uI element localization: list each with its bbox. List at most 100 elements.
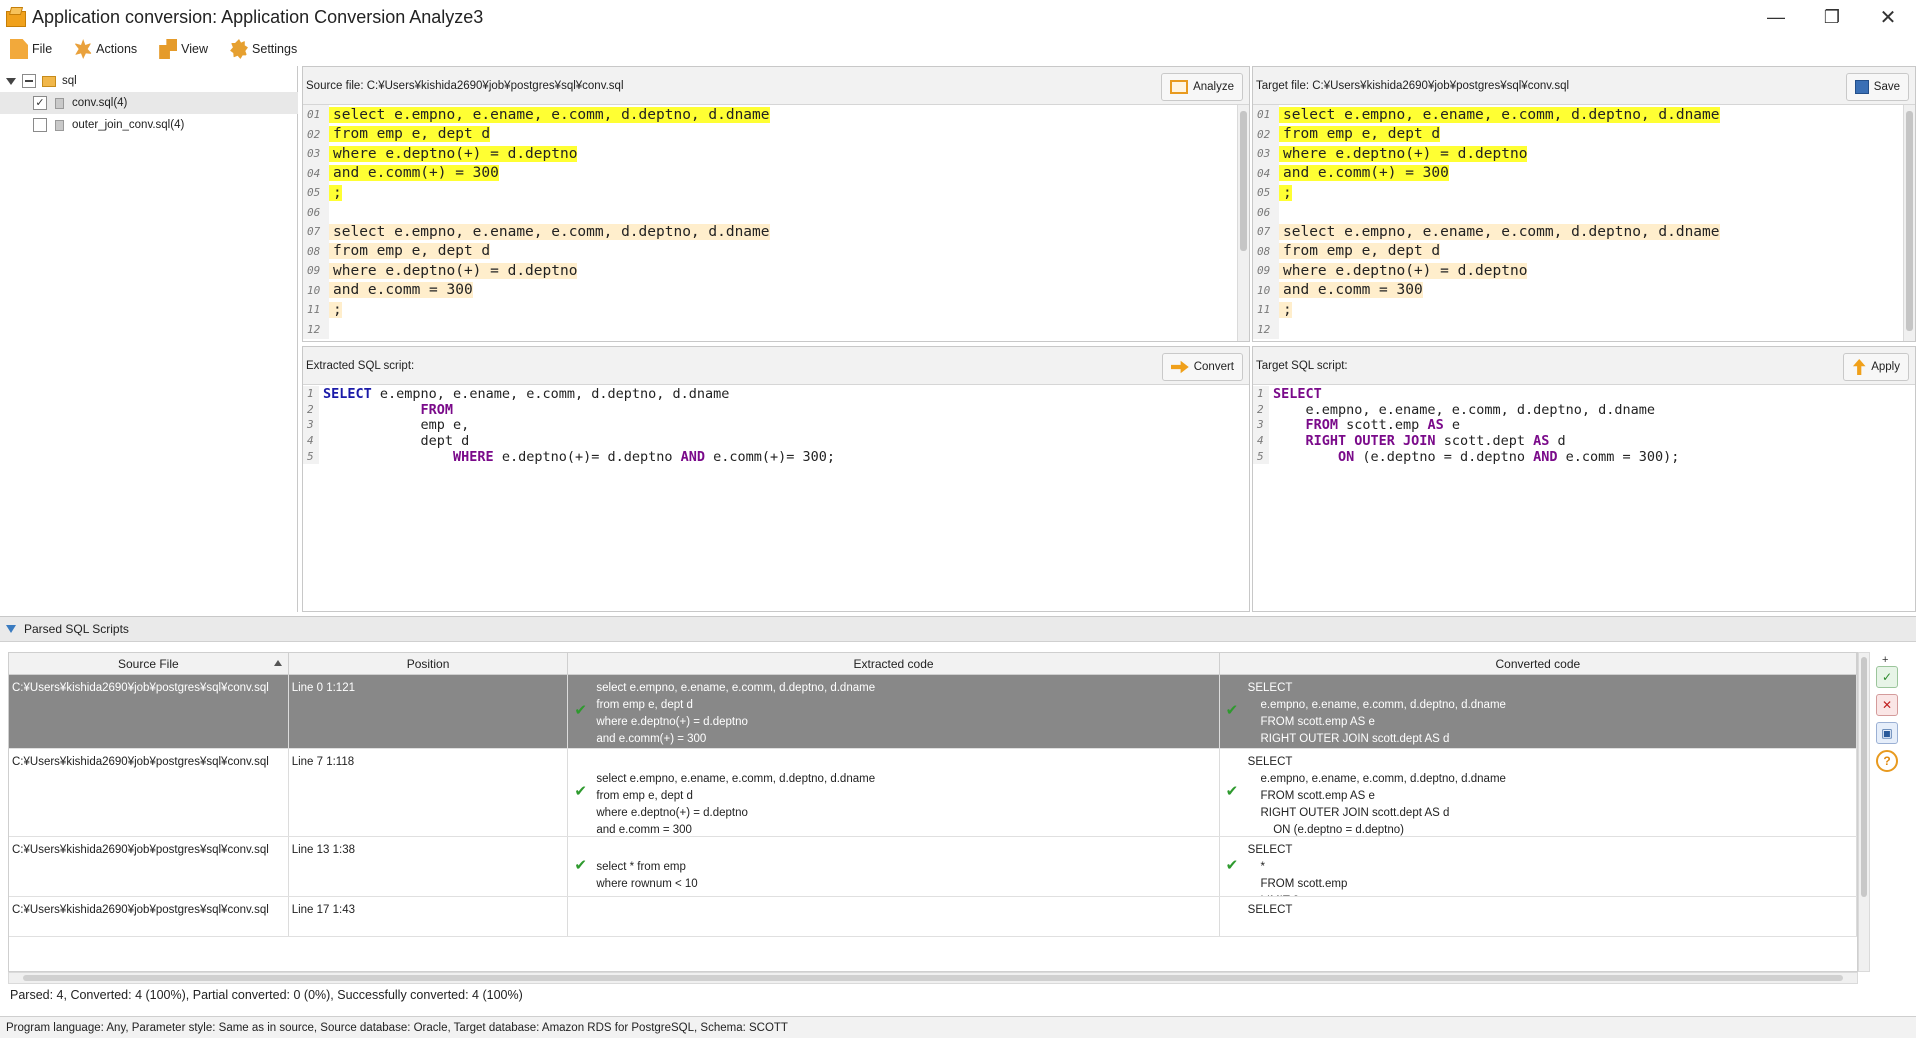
cell-text: C:¥Users¥kishida2690¥job¥postgres¥sql¥co… (12, 756, 269, 768)
line-number: 02 (303, 124, 329, 144)
title-bar: Application conversion: Application Conv… (0, 0, 1916, 34)
sql-text: e.empno, e.ename, e.comm, d.deptno, d.dn… (371, 385, 730, 402)
save-row-icon[interactable]: ▣ (1876, 722, 1898, 744)
cell-text: C:¥Users¥kishida2690¥job¥postgres¥sql¥co… (12, 682, 269, 694)
code-line: 03 where e.deptno(+) = d.deptno (303, 144, 1249, 164)
tree-item-outer-join[interactable]: outer_join_conv.sql(4) (0, 114, 298, 136)
cell-text: Line 7 1:118 (291, 756, 355, 768)
line-number: 03 (303, 144, 329, 164)
cell-extracted (568, 897, 1220, 936)
cell-source: C:¥Users¥kishida2690¥job¥postgres¥sql¥co… (9, 675, 289, 748)
line-number: 05 (1253, 183, 1279, 203)
column-position[interactable]: Position (289, 653, 569, 674)
line-number: 08 (1253, 241, 1279, 261)
maximize-button[interactable]: ❐ (1804, 0, 1860, 34)
code-text: where e.deptno(+) = d.deptno (329, 145, 578, 162)
line-number: 10 (303, 280, 329, 300)
save-button[interactable]: Save (1845, 73, 1909, 101)
cell-text: C:¥Users¥kishida2690¥job¥postgres¥sql¥co… (12, 844, 269, 856)
menu-bar: File Actions View Settings (0, 34, 1916, 64)
column-extracted-code[interactable]: Extracted code (568, 653, 1220, 674)
table-row[interactable]: C:¥Users¥kishida2690¥job¥postgres¥sql¥co… (9, 749, 1857, 837)
close-button[interactable]: ✕ (1860, 0, 1916, 34)
code-text: and e.comm = 300 (1279, 282, 1423, 299)
conversion-summary: Parsed: 4, Converted: 4 (100%), Partial … (10, 988, 523, 1002)
add-row-icon[interactable]: + (1882, 654, 1888, 666)
tree-root[interactable]: sql (0, 70, 298, 92)
minimize-button[interactable]: — (1748, 0, 1804, 34)
code-text: from emp e, dept d (1279, 126, 1441, 143)
parsed-sql-table: Source File Position Extracted code Conv… (8, 652, 1858, 972)
save-icon (1854, 80, 1869, 94)
sql-text: scott.dept (1435, 432, 1534, 449)
analyze-icon (1170, 80, 1189, 94)
code-line: 08 from emp e, dept d (303, 241, 1249, 261)
sql-keyword: SELECT (323, 385, 372, 402)
chevron-down-icon[interactable] (6, 77, 16, 85)
checkmark-icon: ✔ (574, 702, 587, 719)
cell-position: Line 17 1:43 (289, 897, 569, 936)
tree-item-conv[interactable]: ✓ conv.sql(4) (0, 92, 298, 114)
extracted-sql-label: Extracted SQL script: (306, 359, 415, 372)
help-icon[interactable]: ? (1876, 750, 1898, 772)
code-text: and e.comm(+) = 300 (1279, 165, 1449, 182)
reject-icon[interactable]: ✕ (1876, 694, 1898, 716)
line-number: 5 (303, 448, 319, 465)
line-number: 01 (1253, 105, 1279, 125)
convert-button[interactable]: Convert (1161, 353, 1243, 381)
tree-root-checkbox[interactable] (22, 74, 36, 88)
source-scrollbar[interactable] (1237, 105, 1249, 341)
sql-text: e (1443, 417, 1460, 434)
cell-source: C:¥Users¥kishida2690¥job¥postgres¥sql¥co… (9, 837, 289, 896)
source-file-pane: Source file: C:¥Users¥kishida2690¥job¥po… (302, 66, 1250, 342)
collapse-triangle-icon[interactable] (6, 625, 16, 633)
cell-text: Line 13 1:38 (291, 844, 355, 856)
code-text: select e.empno, e.ename, e.comm, d.deptn… (329, 106, 770, 123)
table-row[interactable]: C:¥Users¥kishida2690¥job¥postgres¥sql¥co… (9, 675, 1857, 749)
tree-item-conv-checkbox[interactable]: ✓ (33, 96, 47, 110)
menu-file-label: File (32, 42, 53, 56)
table-horizontal-scrollbar[interactable] (8, 972, 1858, 984)
code-line: 04 and e.comm(+) = 300 (1253, 163, 1915, 183)
column-source-file[interactable]: Source File (9, 653, 289, 674)
code-content: SELECT e.empno, e.ename, e.comm, d.deptn… (1247, 682, 1506, 745)
target-code-editor[interactable]: 01 select e.empno, e.ename, e.comm, d.dep… (1253, 105, 1915, 341)
code-line: 12 (1253, 319, 1915, 339)
table-row[interactable]: C:¥Users¥kishida2690¥job¥postgres¥sql¥co… (9, 837, 1857, 897)
menu-actions[interactable]: Actions (74, 39, 137, 59)
line-number: 10 (1253, 280, 1279, 300)
sql-line: 3 FROM scott.emp AS e (1253, 417, 1915, 433)
tree-item-outer-join-checkbox[interactable] (33, 118, 47, 132)
menu-settings[interactable]: Settings (230, 39, 297, 59)
target-sql-header: Target SQL script: Apply (1253, 347, 1915, 385)
target-sql-editor[interactable]: 1 SELECT 2 e.empno, e.ename, e.comm, d.dep… (1253, 385, 1915, 611)
arrow-right-icon (1170, 360, 1189, 374)
extracted-sql-editor[interactable]: 1 SELECT e.empno, e.ename, e.comm, d.dept… (303, 385, 1249, 611)
menu-view[interactable]: View (159, 39, 208, 59)
apply-button[interactable]: Apply (1843, 353, 1909, 381)
menu-file[interactable]: File (10, 39, 52, 59)
sql-line: 2 e.empno, e.ename, e.comm, d.deptno, d.… (1253, 402, 1915, 418)
sql-text: dept d (323, 432, 470, 449)
source-code-editor[interactable]: 01 select e.empno, e.ename, e.comm, d.dep… (303, 105, 1249, 341)
table-row[interactable]: C:¥Users¥kishida2690¥job¥postgres¥sql¥co… (9, 897, 1857, 937)
settings-icon (230, 39, 249, 59)
sort-ascending-icon (273, 660, 282, 666)
sql-keyword: AND (1533, 448, 1558, 465)
accept-icon[interactable]: ✓ (1876, 666, 1898, 688)
analyze-button[interactable]: Analyze (1161, 73, 1243, 101)
target-scrollbar[interactable] (1903, 105, 1915, 341)
table-vertical-scrollbar[interactable] (1858, 652, 1870, 972)
sql-file-icon (55, 97, 64, 109)
cell-extracted: ✔ select e.empno, e.ename, e.comm, d.dept… (568, 675, 1220, 748)
tree-item-conv-label: conv.sql(4) (72, 97, 128, 109)
line-number: 09 (303, 261, 329, 281)
column-converted-code[interactable]: Converted code (1220, 653, 1857, 674)
parsed-sql-header[interactable]: Parsed SQL Scripts (0, 616, 1916, 642)
cell-converted: ✔ SELECT e.empno, e.ename, e.comm, d.dept… (1220, 675, 1857, 748)
source-file-path: Source file: C:¥Users¥kishida2690¥job¥po… (306, 79, 624, 92)
target-file-header: Target file: C:¥Users¥kishida2690¥job¥po… (1253, 67, 1915, 105)
code-line: 07 select e.empno, e.ename, e.comm, d.dep… (303, 222, 1249, 242)
target-file-path: Target file: C:¥Users¥kishida2690¥job¥po… (1256, 79, 1570, 92)
